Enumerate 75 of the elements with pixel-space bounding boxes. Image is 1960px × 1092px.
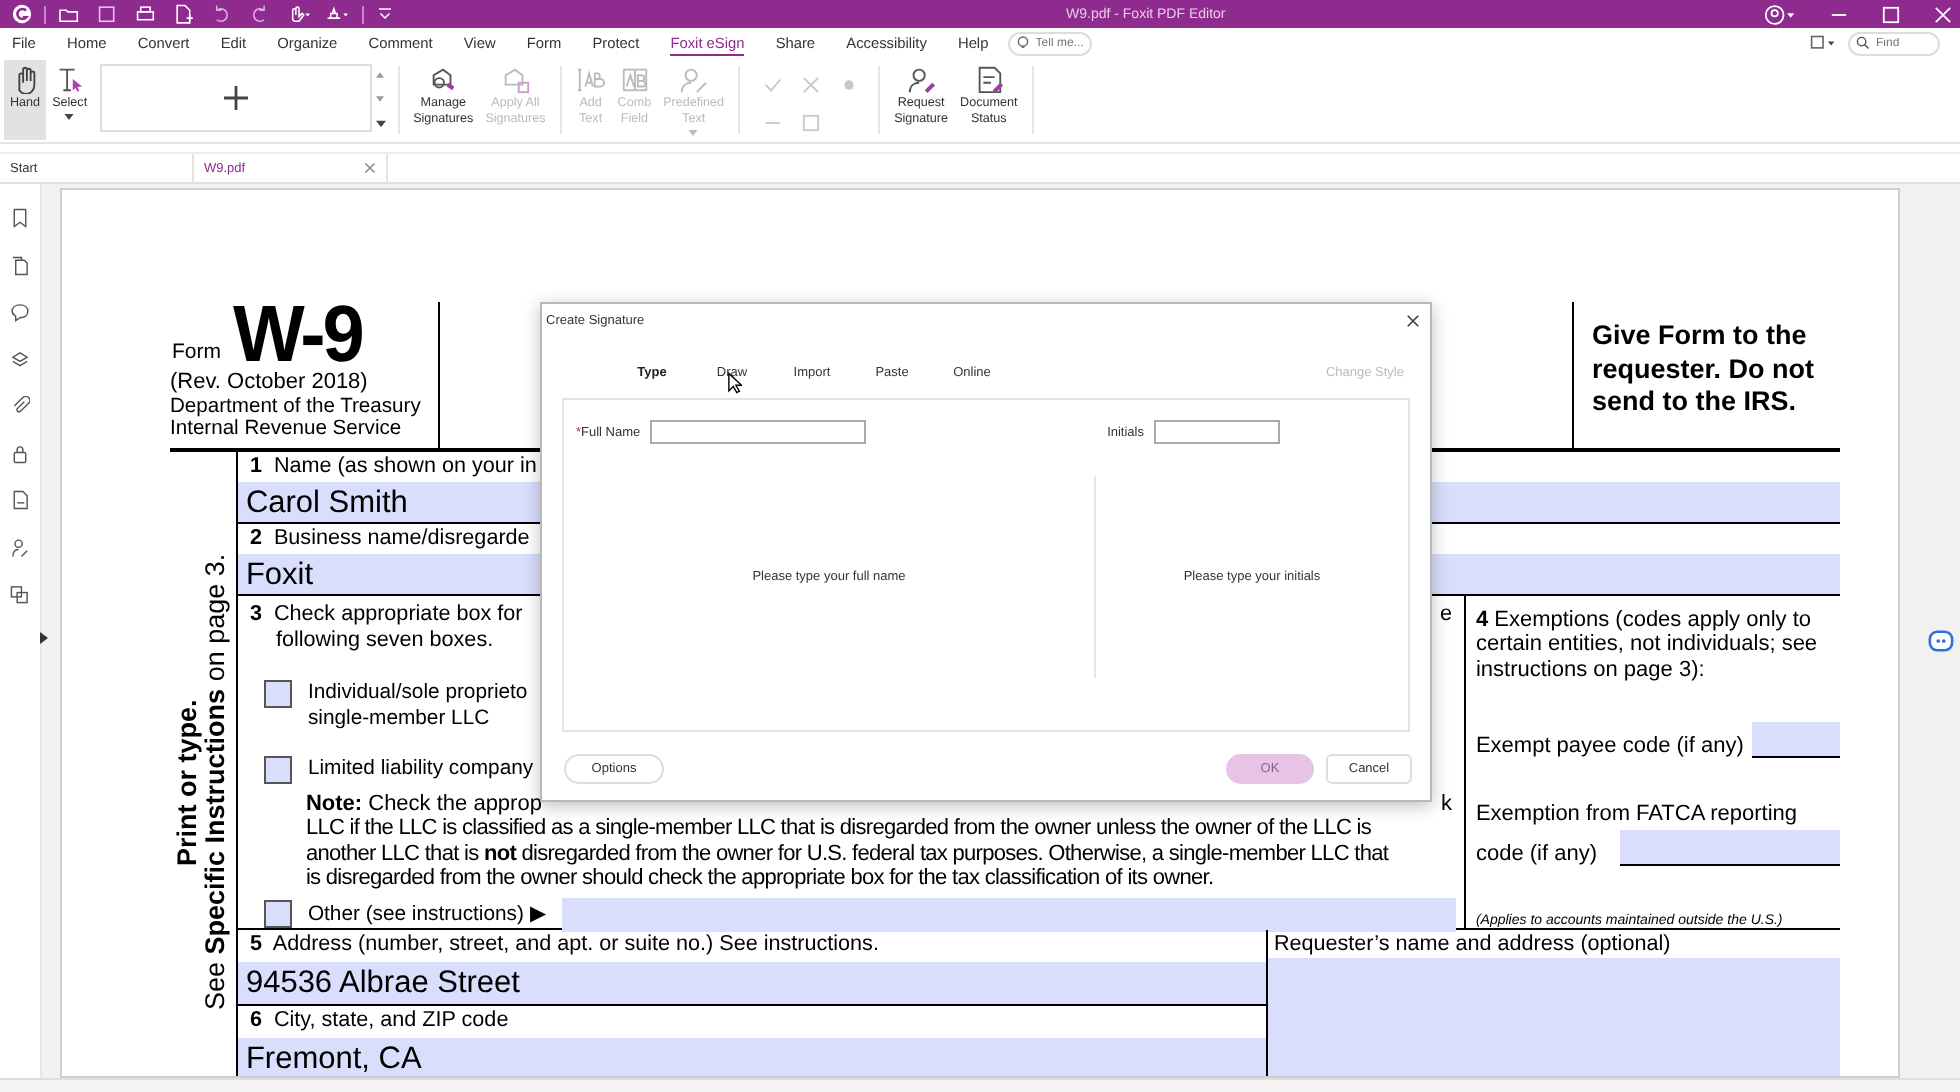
input-field[interactable] <box>1267 958 1840 1076</box>
field-label: 5 Address (number, street, and apt. or suite no.) See instructions. <box>247 930 881 958</box>
field-label: e <box>1439 602 1452 627</box>
form-label: Form <box>172 340 221 364</box>
agency-text: Department of the Treasury <box>170 396 423 418</box>
tool-icon <box>906 64 937 94</box>
toolbar-icon[interactable] <box>172 3 198 25</box>
tool-icon <box>500 64 531 94</box>
panel-icon[interactable] <box>10 537 30 557</box>
full-name-field[interactable] <box>650 420 867 444</box>
scroll-down-icon[interactable] <box>376 95 385 102</box>
field-label: code (if any) <box>1475 841 1597 867</box>
search-icon <box>1856 36 1870 50</box>
user-icon[interactable] <box>1764 3 1796 25</box>
checkbox-label: Other (see instructions) ▶ <box>307 901 546 928</box>
tool-icon <box>973 64 1004 94</box>
checkbox-label: Limited liability company <box>307 756 534 782</box>
field-label: Exemption from FATCA reporting <box>1475 801 1800 827</box>
tool-icon <box>54 64 85 94</box>
panel-icon[interactable] <box>10 584 30 604</box>
notice-text: Give Form to the requester. Do not send to the IRS. <box>1592 320 1817 419</box>
field-label: following seven boxes. <box>273 627 496 652</box>
view-mode-icon[interactable] <box>1810 34 1837 52</box>
field-label: Exempt payee code (if any) <box>1475 733 1744 758</box>
note-text: LLC if the LLC is classified as a single-member LLC that is disregarded from the owner unless the owner of the LLC is <box>305 816 1374 842</box>
panel-icon[interactable] <box>10 302 30 322</box>
mouse-cursor-icon <box>728 372 742 394</box>
toolbar-icon[interactable] <box>286 3 312 25</box>
close-icon[interactable] <box>1406 313 1420 327</box>
panel-icon[interactable] <box>10 349 30 369</box>
initials-field[interactable] <box>1154 420 1280 444</box>
chat-icon[interactable] <box>1928 628 1954 654</box>
add-icon[interactable] <box>223 86 248 110</box>
field-label: Requester’s name and address (optional) <box>1271 930 1673 958</box>
input-field[interactable] <box>1620 830 1840 867</box>
maximize-icon[interactable] <box>1882 5 1900 23</box>
expand-icon[interactable] <box>375 119 386 128</box>
input-field[interactable]: 94536 Albrae Street <box>237 962 1266 1004</box>
field-label: 6 City, state, and ZIP code <box>247 1006 511 1034</box>
panel-icon[interactable] <box>10 490 30 510</box>
check-icon[interactable] <box>764 76 783 94</box>
checkbox[interactable] <box>263 680 292 708</box>
input-field[interactable] <box>561 897 1456 932</box>
customize-caret-icon[interactable] <box>376 5 394 23</box>
input-field[interactable]: Fremont, CA <box>237 1038 1266 1076</box>
lightbulb-icon <box>1015 36 1030 50</box>
exemptions-text: 4 Exemptions (codes apply only to certain entities, not individuals; see instructions on page 3): <box>1475 608 1820 682</box>
scroll-up-icon[interactable] <box>376 72 385 79</box>
note-text: is disregarded from the owner should check the appropriate box for the tax classification of its owner. <box>305 866 1216 892</box>
checkbox[interactable] <box>263 900 292 929</box>
tool-icon <box>428 64 459 94</box>
instruction-text: See Specific Instructions on page 3. <box>202 552 231 1012</box>
toolbar-icon[interactable] <box>324 3 350 25</box>
form-number: W-9 <box>233 300 362 372</box>
tool-icon <box>575 64 606 94</box>
panel-icon[interactable] <box>10 443 30 463</box>
panel-icon[interactable] <box>10 255 30 275</box>
tool-icon <box>619 64 650 94</box>
checkbox[interactable] <box>263 756 292 784</box>
revision-text: (Rev. October 2018) <box>170 370 370 396</box>
note-text: k <box>1440 792 1452 817</box>
panel-icon[interactable] <box>10 396 30 416</box>
note-text: another LLC that is not disregarded from the owner for U.S. federal tax purposes. Otherwise, a single-member LLC that <box>305 841 1391 867</box>
field-label: 1 Name (as shown on your in <box>247 452 539 480</box>
checkbox-label: Individual/sole proprieto single-member LLC <box>307 680 528 732</box>
agency-text: Internal Revenue Service <box>170 418 404 440</box>
tool-icon <box>678 64 709 94</box>
toolbar-icon[interactable] <box>134 3 160 25</box>
note-text: Note: Check the approp <box>305 792 542 817</box>
dot-icon[interactable] <box>840 76 859 94</box>
input-field[interactable] <box>1751 721 1840 758</box>
field-label: 2 Business name/disregarde <box>247 524 532 552</box>
field-label: 3 Check appropriate box for <box>249 602 523 627</box>
panel-icon[interactable] <box>10 208 30 228</box>
instruction-text: Print or type. <box>174 696 203 870</box>
